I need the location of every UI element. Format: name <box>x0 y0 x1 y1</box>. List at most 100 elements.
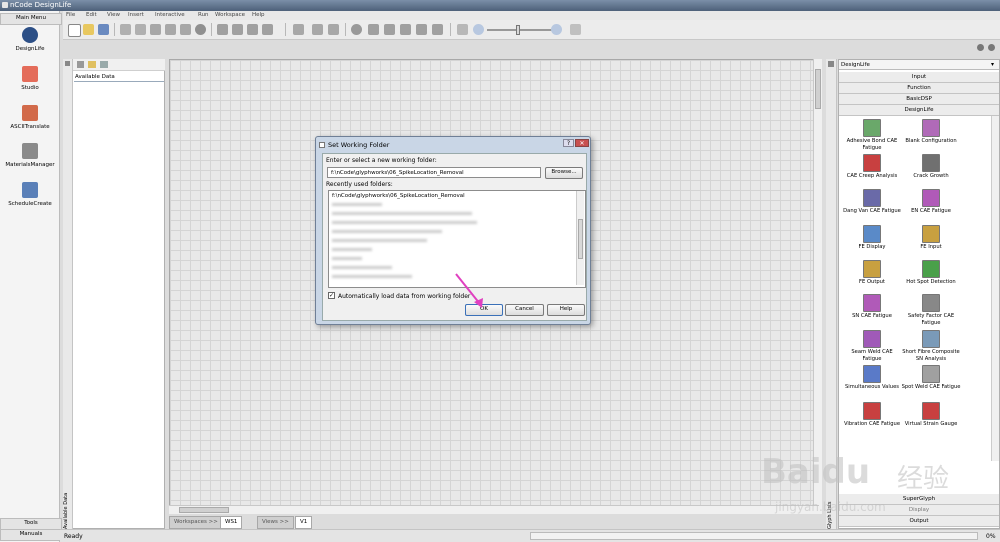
glyph-item[interactable]: Dang Van CAE Fatigue <box>842 189 902 215</box>
palette-dropdown[interactable]: DesignLife ▾ <box>839 60 999 70</box>
glyph-item[interactable]: CAE Creep Analysis <box>842 154 902 180</box>
glyph-item[interactable]: Seam Weld CAE Fatigue <box>842 330 902 362</box>
workspace-vertical-scrollbar[interactable] <box>813 59 822 514</box>
dialog-close-icon[interactable]: ✕ <box>575 139 589 147</box>
paste-icon[interactable] <box>180 24 191 35</box>
dialog-help-icon[interactable]: ? <box>563 139 574 147</box>
undo-icon[interactable] <box>120 24 131 35</box>
recent-folder-item-blurred[interactable] <box>332 203 382 206</box>
category-function[interactable]: Function <box>839 83 999 94</box>
last-icon[interactable] <box>432 24 443 35</box>
next-icon[interactable] <box>400 24 411 35</box>
glyph-item[interactable]: Simultaneous Values <box>842 365 902 391</box>
first-icon[interactable] <box>368 24 379 35</box>
menu-view[interactable]: View <box>107 12 120 18</box>
download-icon[interactable] <box>293 24 304 35</box>
add-icon[interactable] <box>351 24 362 35</box>
main-menu-designlife[interactable]: DesignLife <box>0 27 60 52</box>
recent-folder-item-blurred[interactable] <box>332 239 427 242</box>
auto-load-checkbox[interactable]: ✓ <box>328 292 335 299</box>
workspace-horizontal-scrollbar[interactable] <box>169 505 819 514</box>
refresh-icon[interactable] <box>100 61 108 68</box>
save-icon[interactable] <box>98 24 109 35</box>
recent-list-scrollbar[interactable] <box>576 191 584 285</box>
glyph-item[interactable]: Crack Growth <box>901 154 961 180</box>
available-data-title[interactable]: Available Data <box>74 72 164 82</box>
menu-edit[interactable]: Edit <box>86 12 97 18</box>
stop-icon[interactable] <box>384 24 395 35</box>
hscroll-thumb[interactable] <box>179 507 229 513</box>
menu-run[interactable]: Run <box>198 12 209 18</box>
recent-folder-item-blurred[interactable] <box>332 230 442 233</box>
tab-views[interactable]: Views >> <box>257 516 294 529</box>
glyph-item[interactable]: FE Display <box>842 225 902 251</box>
glyph-item[interactable]: FE Output <box>842 260 902 286</box>
play-icon[interactable] <box>416 24 427 35</box>
new-icon[interactable] <box>68 24 81 37</box>
pan-icon[interactable] <box>570 24 581 35</box>
glyph-item[interactable]: EN CAE Fatigue <box>901 189 961 215</box>
zoom-fit-icon[interactable] <box>457 24 468 35</box>
panel-close-icon[interactable] <box>988 44 995 51</box>
main-menu-studio[interactable]: Studio <box>0 66 60 91</box>
run-all-icon[interactable] <box>328 24 339 35</box>
menu-insert[interactable]: Insert <box>128 12 144 18</box>
glyph-item[interactable]: Hot Spot Detection <box>901 260 961 286</box>
glyph-item[interactable]: Vibration CAE Fatigue <box>842 402 902 428</box>
zoom-slider[interactable] <box>487 29 553 31</box>
recent-folder-item-blurred[interactable] <box>332 275 412 278</box>
zoom-slider-handle[interactable] <box>516 25 520 35</box>
glyph-item[interactable]: Blank Configuration <box>901 119 961 145</box>
palette-scrollbar[interactable] <box>991 116 999 461</box>
copy-icon[interactable] <box>165 24 176 35</box>
group-icon[interactable] <box>217 24 228 35</box>
glyph-item[interactable]: Virtual Strain Gauge <box>901 402 961 428</box>
main-menu-asciitranslate[interactable]: ASCIITranslate <box>0 105 60 130</box>
delete-icon[interactable] <box>195 24 206 35</box>
browse-button[interactable]: Browse... <box>545 167 583 179</box>
cancel-button[interactable]: Cancel <box>505 304 544 316</box>
step-icon[interactable] <box>312 24 323 35</box>
menu-file[interactable]: File <box>66 12 75 18</box>
ungroup-icon[interactable] <box>232 24 243 35</box>
glyph-item[interactable]: Safety Factor CAE Fatigue <box>901 294 961 326</box>
pin-icon[interactable] <box>828 61 834 67</box>
edit-icon[interactable] <box>77 61 84 68</box>
redo-icon[interactable] <box>135 24 146 35</box>
glyph-item[interactable]: Adhesive Bond CAE Fatigue <box>842 119 902 151</box>
category-basicdsp[interactable]: BasicDSP <box>839 94 999 105</box>
recent-list-scroll-thumb[interactable] <box>578 219 583 259</box>
recent-folder-item-blurred[interactable] <box>332 212 472 215</box>
vscroll-thumb[interactable] <box>815 69 821 109</box>
tab-v1[interactable]: V1 <box>295 516 313 529</box>
recent-folder-item[interactable]: f:\nCode\glyphworks\06_SpikeLocation_Rem… <box>332 193 465 199</box>
cut-icon[interactable] <box>150 24 161 35</box>
category-designlife[interactable]: DesignLife <box>839 105 999 116</box>
glyph-item[interactable]: SN CAE Fatigue <box>842 294 902 320</box>
menu-interactive[interactable]: Interactive <box>155 12 185 18</box>
folder-icon[interactable] <box>88 61 96 68</box>
help-button[interactable]: Help <box>547 304 585 316</box>
glyph-item[interactable]: FE Input <box>901 225 961 251</box>
pin-icon[interactable] <box>65 61 70 66</box>
menu-help[interactable]: Help <box>252 12 265 18</box>
main-menu-materialsmanager[interactable]: MaterialsManager <box>0 143 60 168</box>
manuals-button[interactable]: Manuals <box>0 529 62 541</box>
recent-folder-item-blurred[interactable] <box>332 248 372 251</box>
menu-workspace[interactable]: Workspace <box>215 12 245 18</box>
open-icon[interactable] <box>83 24 94 35</box>
folder-path-input[interactable]: f:\nCode\glyphworks\06_SpikeLocation_Rem… <box>327 167 541 178</box>
tab-workspaces[interactable]: Workspaces >> <box>169 516 223 529</box>
glyph-item[interactable]: Short Fibre Composite SN Analysis <box>901 330 961 362</box>
properties-icon[interactable] <box>262 24 273 35</box>
zoom-in-icon[interactable] <box>551 24 562 35</box>
recent-folder-item-blurred[interactable] <box>332 266 392 269</box>
recent-folder-item-blurred[interactable] <box>332 221 477 224</box>
main-menu-schedulecreate[interactable]: ScheduleCreate <box>0 182 60 207</box>
glyph-item[interactable]: Spot Weld CAE Fatigue <box>901 365 961 391</box>
settings-icon[interactable] <box>247 24 258 35</box>
panel-restore-icon[interactable] <box>977 44 984 51</box>
recent-folder-item-blurred[interactable] <box>332 257 362 260</box>
zoom-out-icon[interactable] <box>473 24 484 35</box>
tab-ws1[interactable]: WS1 <box>220 516 243 529</box>
